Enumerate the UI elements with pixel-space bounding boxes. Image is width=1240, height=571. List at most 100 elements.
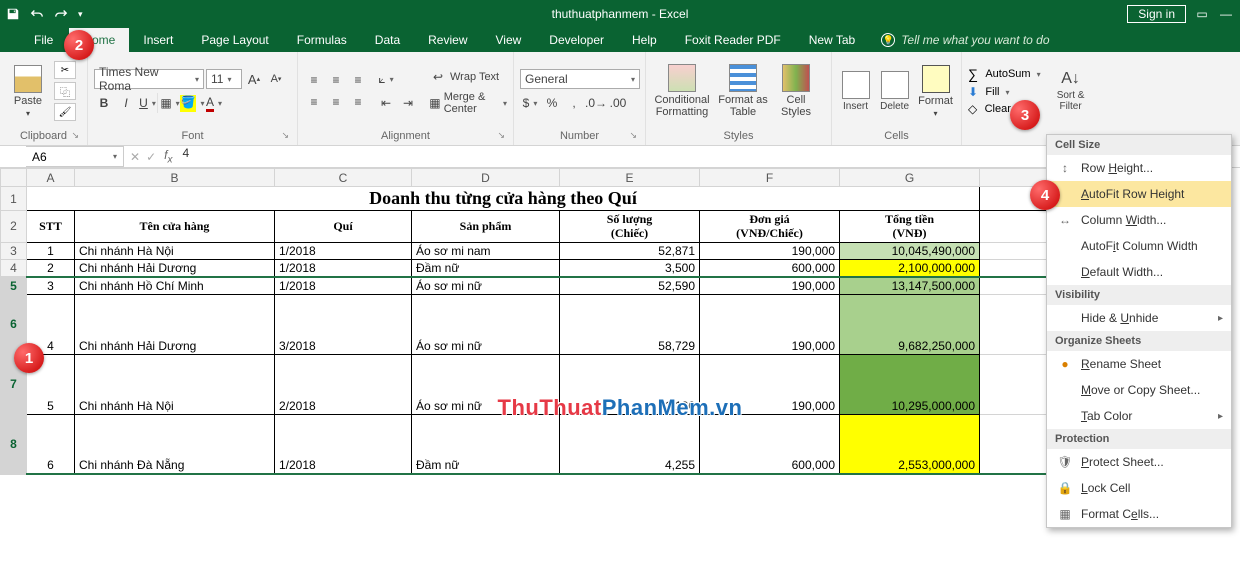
cell-sl[interactable]: 4,255 bbox=[560, 414, 700, 474]
cell-sl[interactable]: 52,871 bbox=[560, 242, 700, 259]
signin-button[interactable]: Sign in bbox=[1127, 5, 1186, 23]
tab-review[interactable]: Review bbox=[414, 28, 481, 52]
cell-sl[interactable]: 52,590 bbox=[560, 277, 700, 295]
percent-icon[interactable]: % bbox=[542, 93, 562, 113]
menu-autofit-row-height[interactable]: AutoFit Row Height bbox=[1047, 181, 1231, 207]
col-header-D[interactable]: D bbox=[412, 169, 560, 187]
cell-tt[interactable]: 10,295,000,000 bbox=[840, 354, 980, 414]
accounting-icon[interactable]: $▾ bbox=[520, 93, 540, 113]
menu-default-width[interactable]: Default Width... bbox=[1047, 259, 1231, 285]
decrease-decimal-icon[interactable]: .00 bbox=[608, 93, 628, 113]
menu-row-height[interactable]: ↕Row Height... bbox=[1047, 155, 1231, 181]
cell-qui[interactable]: 1/2018 bbox=[275, 259, 412, 277]
row-header-8[interactable]: 8 bbox=[1, 414, 27, 474]
cell-qui[interactable]: 2/2018 bbox=[275, 354, 412, 414]
row-header-4[interactable]: 4 bbox=[1, 259, 27, 277]
tab-file[interactable]: File bbox=[18, 28, 69, 52]
copy-icon[interactable]: ⿻ bbox=[54, 82, 76, 100]
cell-stt[interactable]: 6 bbox=[27, 414, 75, 474]
cell-stt[interactable]: 2 bbox=[27, 259, 75, 277]
cell-styles-button[interactable]: Cell Styles bbox=[774, 64, 818, 118]
row-header-2[interactable]: 2 bbox=[1, 211, 27, 243]
number-format-combo[interactable]: General▾ bbox=[520, 69, 640, 89]
increase-indent-icon[interactable]: ⇥ bbox=[398, 93, 418, 113]
col-header-C[interactable]: C bbox=[275, 169, 412, 187]
cell-sp[interactable]: Áo sơ mi nữ bbox=[412, 294, 560, 354]
cell-tt[interactable]: 9,682,250,000 bbox=[840, 294, 980, 354]
cell-tt[interactable]: 2,100,000,000 bbox=[840, 259, 980, 277]
cell-sl[interactable]: 3,500 bbox=[560, 259, 700, 277]
cell-dg[interactable]: 190,000 bbox=[700, 242, 840, 259]
enter-formula-icon[interactable]: ✓ bbox=[146, 150, 156, 164]
sort-filter-button[interactable]: A↓Sort & Filter bbox=[1051, 70, 1091, 112]
tab-new-tab[interactable]: New Tab bbox=[795, 28, 869, 52]
redo-icon[interactable] bbox=[54, 7, 68, 21]
col-header-G[interactable]: G bbox=[840, 169, 980, 187]
menu-move-copy-sheet[interactable]: Move or Copy Sheet... bbox=[1047, 377, 1231, 403]
align-left-icon[interactable]: ≡ bbox=[304, 92, 324, 112]
align-middle-icon[interactable]: ≡ bbox=[326, 70, 346, 90]
qat-more-icon[interactable]: ▾ bbox=[78, 9, 83, 20]
cell-sp[interactable]: Đầm nữ bbox=[412, 414, 560, 474]
tell-me[interactable]: 💡 Tell me what you want to do bbox=[869, 28, 1240, 52]
menu-format-cells[interactable]: ▦Format Cells... bbox=[1047, 501, 1231, 527]
conditional-formatting-button[interactable]: Conditional Formatting bbox=[652, 64, 712, 118]
col-header-B[interactable]: B bbox=[75, 169, 275, 187]
tab-developer[interactable]: Developer bbox=[535, 28, 618, 52]
ribbon-options-icon[interactable]: ▭ bbox=[1194, 7, 1210, 21]
cell-ten[interactable]: Chi nhánh Hải Dương bbox=[75, 294, 275, 354]
format-as-table-button[interactable]: Format as Table bbox=[716, 64, 770, 118]
font-name-combo[interactable]: Times New Roma▾ bbox=[94, 69, 204, 89]
menu-hide-unhide[interactable]: Hide & Unhide▸ bbox=[1047, 305, 1231, 331]
cell-stt[interactable]: 3 bbox=[27, 277, 75, 295]
tab-foxit-reader-pdf[interactable]: Foxit Reader PDF bbox=[671, 28, 795, 52]
insert-cells-button[interactable]: Insert bbox=[838, 71, 873, 112]
cell-sp[interactable]: Đầm nữ bbox=[412, 259, 560, 277]
cell-qui[interactable]: 1/2018 bbox=[275, 242, 412, 259]
cell-qui[interactable]: 1/2018 bbox=[275, 277, 412, 295]
tab-view[interactable]: View bbox=[482, 28, 536, 52]
cell-dg[interactable]: 190,000 bbox=[700, 294, 840, 354]
cell-sp[interactable]: Áo sơ mi nam bbox=[412, 242, 560, 259]
font-size-combo[interactable]: 11▾ bbox=[206, 69, 242, 89]
row-header-5[interactable]: 5 bbox=[1, 277, 27, 295]
tab-insert[interactable]: Insert bbox=[129, 28, 187, 52]
underline-button[interactable]: U▾ bbox=[138, 93, 158, 113]
cell-tt[interactable]: 2,553,000,000 bbox=[840, 414, 980, 474]
cell-qui[interactable]: 1/2018 bbox=[275, 414, 412, 474]
orientation-icon[interactable]: ⟀▾ bbox=[376, 69, 396, 89]
tab-data[interactable]: Data bbox=[361, 28, 414, 52]
col-header-E[interactable]: E bbox=[560, 169, 700, 187]
wrap-text-button[interactable]: ↩Wrap Text bbox=[428, 67, 507, 87]
tab-formulas[interactable]: Formulas bbox=[283, 28, 361, 52]
cell-dg[interactable]: 600,000 bbox=[700, 259, 840, 277]
cell-tt[interactable]: 13,147,500,000 bbox=[840, 277, 980, 295]
save-icon[interactable] bbox=[6, 7, 20, 21]
font-color-button[interactable]: A▾ bbox=[204, 93, 224, 113]
row-header-3[interactable]: 3 bbox=[1, 242, 27, 259]
cell-dg[interactable]: 600,000 bbox=[700, 414, 840, 474]
cell-sl[interactable]: 58,729 bbox=[560, 294, 700, 354]
cell-ten[interactable]: Chi nhánh Đà Nẵng bbox=[75, 414, 275, 474]
cancel-formula-icon[interactable]: ✕ bbox=[130, 150, 140, 164]
col-header-F[interactable]: F bbox=[700, 169, 840, 187]
fx-icon[interactable]: fx bbox=[164, 148, 172, 165]
tab-page-layout[interactable]: Page Layout bbox=[187, 28, 282, 52]
undo-icon[interactable] bbox=[30, 7, 44, 21]
row-header-1[interactable]: 1 bbox=[1, 187, 27, 211]
menu-tab-color[interactable]: Tab Color▸ bbox=[1047, 403, 1231, 429]
bold-button[interactable]: B bbox=[94, 93, 114, 113]
menu-autofit-column-width[interactable]: AutoFit Column Width bbox=[1047, 233, 1231, 259]
cell-qui[interactable]: 3/2018 bbox=[275, 294, 412, 354]
delete-cells-button[interactable]: Delete bbox=[877, 71, 912, 112]
comma-icon[interactable]: , bbox=[564, 93, 584, 113]
merge-center-button[interactable]: ▦Merge & Center▾ bbox=[428, 91, 507, 115]
name-box[interactable]: A6▾ bbox=[26, 146, 124, 167]
menu-column-width[interactable]: ↔Column Width... bbox=[1047, 207, 1231, 233]
format-painter-icon[interactable]: 🖌 bbox=[54, 103, 76, 121]
border-button[interactable]: ▦▾ bbox=[160, 93, 180, 113]
cut-icon[interactable]: ✂ bbox=[54, 61, 76, 79]
minimize-icon[interactable]: — bbox=[1218, 7, 1234, 21]
align-right-icon[interactable]: ≡ bbox=[348, 92, 368, 112]
menu-rename-sheet[interactable]: ●Rename Sheet bbox=[1047, 351, 1231, 377]
